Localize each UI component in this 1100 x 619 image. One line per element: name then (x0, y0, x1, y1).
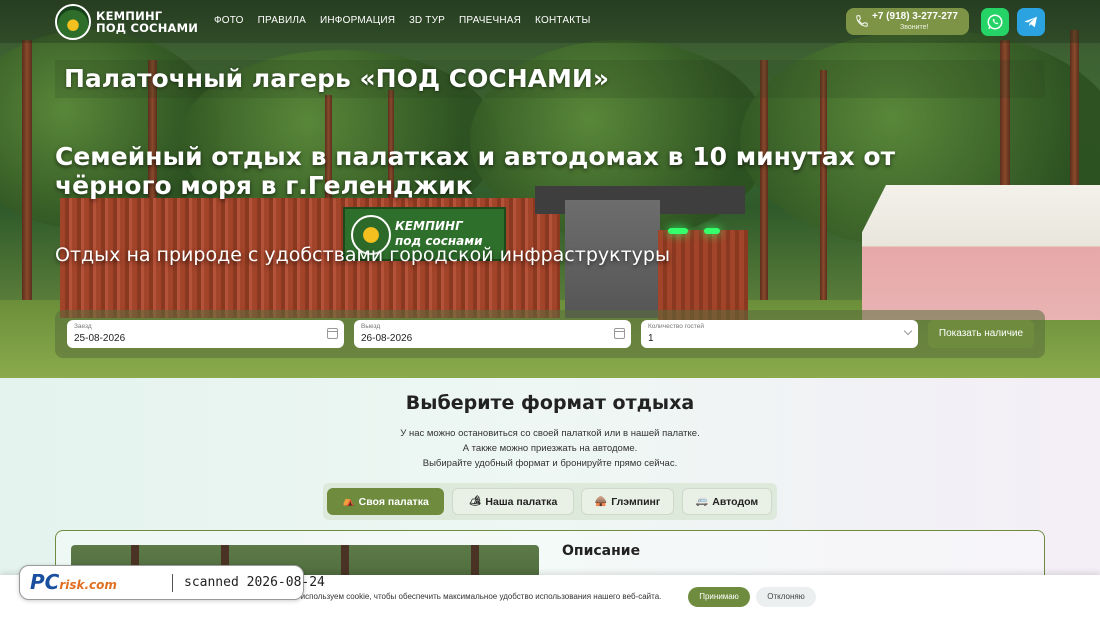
pcrisk-logo: PCrisk.com (30, 570, 117, 594)
van-icon: 🚐 (695, 496, 709, 507)
pcrisk-watermark: PCrisk.com scanned 2026-08-24 (19, 565, 325, 600)
nav-item-photo[interactable]: ФОТО (214, 15, 244, 26)
description-heading: Описание (562, 543, 641, 559)
tab-label: Наша палатка (485, 495, 558, 508)
checkout-value: 26-08-2026 (361, 333, 413, 344)
hut-icon: 🛖 (594, 496, 608, 507)
green-light (668, 228, 688, 234)
phone-button[interactable]: +7 (918) 3-277-277 Звоните! (846, 8, 969, 35)
tab-glamping[interactable]: 🛖 Глэмпинг (581, 488, 674, 515)
checkin-field[interactable]: Заезд 25-08-2026 (67, 320, 344, 348)
accept-cookies-button[interactable]: Принимаю (688, 587, 750, 607)
tab-own-tent[interactable]: ⛺ Своя палатка (327, 488, 444, 515)
format-tabs: ⛺ Своя палатка 🏕 Наша палатка 🛖 Глэмпинг… (323, 483, 777, 520)
logo-risk: risk.com (59, 578, 117, 592)
tab-label: Глэмпинг (611, 495, 661, 508)
glamping-tent (862, 185, 1100, 320)
calendar-icon (614, 328, 625, 339)
nav-item-3d-tour[interactable]: 3D ТУР (409, 15, 445, 26)
description-line: Выбирайте удобный формат и бронируйте пр… (422, 458, 678, 469)
sign-line-1: КЕМПИНГ (395, 219, 463, 233)
calendar-icon (327, 328, 338, 339)
description-line: А также можно приезжать на автодоме. (462, 443, 638, 454)
description-line: У нас можно остановиться со своей палатк… (400, 428, 700, 439)
checkin-value: 25-08-2026 (74, 333, 126, 344)
section-description: У нас можно остановиться со своей палатк… (0, 426, 1100, 471)
guests-select[interactable]: Количество гостей 1 (641, 320, 918, 348)
tent-icon: ⛺ (342, 496, 355, 507)
hero-subtitle: Семейный отдых в палатках и автодомах в … (55, 142, 896, 200)
camping-icon: 🏕 (468, 496, 482, 507)
phone-number: +7 (918) 3-277-277 (872, 11, 958, 22)
booking-bar: Заезд 25-08-2026 Выезд 26-08-2026 Количе… (55, 310, 1045, 358)
site-logo[interactable]: КЕМПИНГ ПОД СОСНАМИ (55, 3, 198, 41)
scan-date-text: scanned 2026-08-24 (184, 575, 325, 590)
tab-label: Своя палатка (358, 495, 429, 508)
guests-value: 1 (648, 333, 654, 344)
guests-label: Количество гостей (648, 323, 704, 330)
whatsapp-icon (987, 14, 1003, 30)
tab-motorhome[interactable]: 🚐 Автодом (682, 488, 772, 515)
hero-section: КЕМПИНГ под соснами КЕМПИНГ ПОД СОСНАМИ … (0, 0, 1100, 378)
nav-item-contacts[interactable]: КОНТАКТЫ (535, 15, 591, 26)
divider (172, 574, 173, 592)
decline-cookies-button[interactable]: Отклоняю (756, 587, 816, 607)
section-title: Выберите формат отдыха (405, 392, 695, 414)
phone-caption: Звоните! (900, 24, 929, 31)
whatsapp-button[interactable] (981, 8, 1009, 36)
wooden-fence-right (658, 230, 748, 320)
main-nav: ФОТО ПРАВИЛА ИНФОРМАЦИЯ 3D ТУР ПРАЧЕЧНАЯ… (214, 15, 591, 26)
nav-item-laundry[interactable]: ПРАЧЕЧНАЯ (459, 15, 521, 26)
phone-icon (856, 15, 868, 27)
cookie-text: Мы используем cookie, чтобы обеспечить м… (286, 592, 662, 601)
telegram-button[interactable] (1017, 8, 1045, 36)
checkout-label: Выезд (361, 323, 381, 330)
hero-tagline: Отдых на природе с удобствами городской … (55, 244, 670, 266)
nav-item-info[interactable]: ИНФОРМАЦИЯ (320, 15, 395, 26)
pine-trunk (22, 40, 32, 330)
tab-label: Автодом (712, 495, 759, 508)
show-availability-button[interactable]: Показать наличие (928, 320, 1034, 348)
logo-text: КЕМПИНГ ПОД СОСНАМИ (96, 10, 198, 34)
logo-line-2: ПОД СОСНАМИ (96, 21, 199, 35)
tab-our-tent[interactable]: 🏕 Наша палатка (452, 488, 574, 515)
checkout-field[interactable]: Выезд 26-08-2026 (354, 320, 631, 348)
checkin-label: Заезд (74, 323, 92, 330)
telegram-icon (1024, 16, 1037, 28)
nav-item-rules[interactable]: ПРАВИЛА (258, 15, 306, 26)
hero-title: Палаточный лагерь «ПОД СОСНАМИ» (64, 64, 609, 93)
logo-pc: PC (30, 570, 60, 594)
chevron-down-icon (903, 326, 913, 336)
green-light (704, 228, 720, 234)
logo-emblem-icon (55, 4, 91, 40)
